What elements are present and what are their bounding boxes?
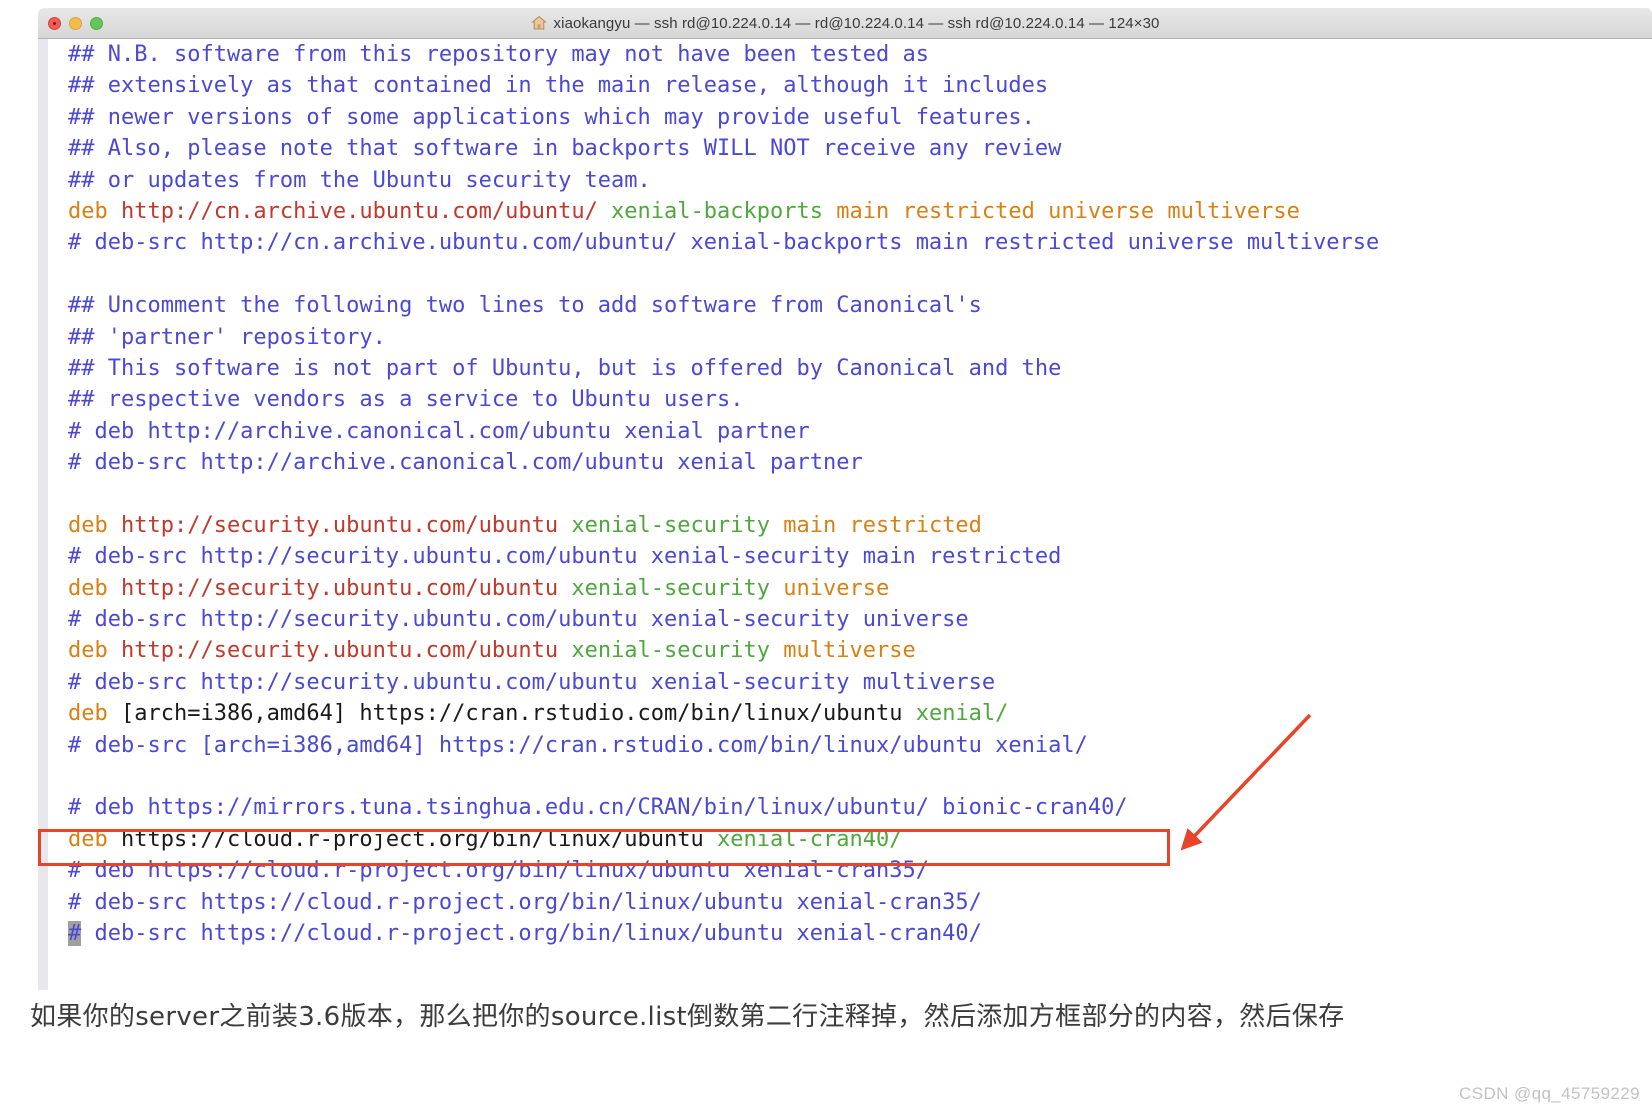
terminal-text-segment: #: [68, 920, 82, 946]
terminal-text-segment: xenial-security: [571, 575, 784, 601]
window-title-text: xiaokangyu — ssh rd@10.224.0.14 — rd@10.…: [553, 14, 1160, 32]
terminal-text-segment: xenial-security: [571, 512, 784, 538]
terminal-text-segment: ## Also, please note that software in ba…: [68, 136, 1062, 162]
terminal-text-segment: # deb-src http://cn.archive.ubuntu.com/u…: [68, 230, 1380, 256]
terminal-text-segment: multiverse: [783, 638, 916, 664]
terminal-text-segment: main restricted universe multiverse: [836, 198, 1300, 224]
terminal-line: ## Uncomment the following two lines to …: [48, 290, 1652, 321]
window-titlebar[interactable]: xiaokangyu — ssh rd@10.224.0.14 — rd@10.…: [38, 8, 1652, 39]
watermark: CSDN @qq_45759229: [1459, 1084, 1640, 1103]
window-title: xiaokangyu — ssh rd@10.224.0.14 — rd@10.…: [530, 14, 1160, 32]
terminal-text-segment: deb: [68, 638, 121, 664]
terminal-line: # deb https://cloud.r-project.org/bin/li…: [48, 855, 1652, 886]
terminal-text-segment: ## extensively as that contained in the …: [68, 73, 1049, 99]
terminal-text-segment: deb: [68, 701, 121, 727]
terminal-text-segment: # deb-src http://security.ubuntu.com/ubu…: [68, 544, 1062, 570]
terminal-text-segment: # deb http://archive.canonical.com/ubunt…: [68, 418, 810, 444]
terminal-line: # deb-src https://cloud.r-project.org/bi…: [48, 918, 1652, 949]
terminal-line: ## or updates from the Ubuntu security t…: [48, 165, 1652, 196]
terminal-line: # deb-src http://cn.archive.ubuntu.com/u…: [48, 227, 1652, 258]
zoom-button[interactable]: [90, 16, 103, 30]
terminal-text-segment: # deb-src https://cloud.r-project.org/bi…: [68, 889, 982, 915]
terminal-line: deb http://cn.archive.ubuntu.com/ubuntu/…: [48, 196, 1652, 227]
terminal-body[interactable]: ## N.B. software from this repository ma…: [38, 39, 1652, 990]
close-button[interactable]: [48, 16, 61, 30]
terminal-line: deb [arch=i386,amd64] https://cran.rstud…: [48, 698, 1652, 729]
terminal-line: ## 'partner' repository.: [48, 322, 1652, 353]
terminal-text-segment: xenial-cran40/: [717, 826, 903, 852]
terminal-line: # deb-src http://security.ubuntu.com/ubu…: [48, 541, 1652, 572]
terminal-text-segment: http://security.ubuntu.com/ubuntu: [120, 638, 572, 664]
terminal-line: deb http://security.ubuntu.com/ubuntu xe…: [48, 573, 1652, 604]
terminal-line: ## newer versions of some applications w…: [48, 102, 1652, 133]
terminal-text-segment: deb-src https://cloud.r-project.org/bin/…: [81, 920, 982, 946]
terminal-text-segment: # deb-src http://archive.canonical.com/u…: [68, 450, 863, 476]
terminal-text-segment: ## newer versions of some applications w…: [68, 104, 1035, 130]
terminal-text-segment: universe: [783, 575, 890, 601]
terminal-line: deb https://cloud.r-project.org/bin/linu…: [48, 824, 1652, 855]
terminal-line: # deb-src http://security.ubuntu.com/ubu…: [48, 604, 1652, 635]
terminal-line: deb http://security.ubuntu.com/ubuntu xe…: [48, 510, 1652, 541]
terminal-line: # deb-src http://archive.canonical.com/u…: [48, 447, 1652, 478]
terminal-text-segment: ## N.B. software from this repository ma…: [68, 42, 929, 67]
terminal-text-segment: # deb-src http://security.ubuntu.com/ubu…: [68, 669, 996, 695]
terminal-left-gutter: [38, 39, 48, 990]
terminal-text-segment: deb: [68, 512, 121, 538]
terminal-text-segment: deb: [68, 826, 121, 852]
terminal-text-segment: http://security.ubuntu.com/ubuntu: [120, 575, 572, 601]
terminal-line: # deb http://archive.canonical.com/ubunt…: [48, 416, 1652, 447]
terminal-line: # deb-src [arch=i386,amd64] https://cran…: [48, 730, 1652, 761]
terminal-text-segment: main restricted: [783, 512, 982, 538]
terminal-text-segment: # deb https://mirrors.tuna.tsinghua.edu.…: [68, 795, 1128, 821]
terminal-line: ## extensively as that contained in the …: [48, 70, 1652, 101]
terminal-text-segment: http://security.ubuntu.com/ubuntu: [120, 512, 572, 538]
terminal-text-segment: [arch=i386,amd64] https://cran.rstudio.c…: [120, 701, 916, 727]
terminal-line: deb http://security.ubuntu.com/ubuntu xe…: [48, 635, 1652, 666]
terminal-text-segment: ## or updates from the Ubuntu security t…: [68, 167, 651, 193]
terminal-line: # deb https://mirrors.tuna.tsinghua.edu.…: [48, 792, 1652, 823]
terminal-text-segment: deb: [68, 575, 121, 601]
terminal-text-segment: ## This software is not part of Ubuntu, …: [68, 355, 1062, 381]
terminal-line: ## N.B. software from this repository ma…: [48, 39, 1652, 70]
terminal-text-segment: deb: [68, 198, 121, 224]
terminal-line: ## This software is not part of Ubuntu, …: [48, 353, 1652, 384]
terminal-text-segment: ## respective vendors as a service to Ub…: [68, 387, 744, 413]
terminal-line: # deb-src https://cloud.r-project.org/bi…: [48, 887, 1652, 918]
caption-text: 如果你的server之前装3.6版本，那么把你的source.list倒数第二行…: [30, 1002, 1345, 1032]
terminal-text-segment: http://cn.archive.ubuntu.com/ubuntu/: [120, 198, 612, 224]
terminal-text-segment: https://cloud.r-project.org/bin/linux/ub…: [120, 826, 718, 852]
terminal-line: ## respective vendors as a service to Ub…: [48, 384, 1652, 415]
terminal-text-segment: # deb-src [arch=i386,amd64] https://cran…: [68, 732, 1088, 758]
minimize-button[interactable]: [69, 16, 82, 30]
terminal-text-area[interactable]: ## N.B. software from this repository ma…: [48, 39, 1652, 949]
screenshot-root: xiaokangyu — ssh rd@10.224.0.14 — rd@10.…: [0, 0, 1652, 1110]
terminal-line: ## Also, please note that software in ba…: [48, 133, 1652, 164]
terminal-text-segment: xenial-security: [571, 638, 784, 664]
home-icon: [530, 15, 547, 31]
terminal-text-segment: xenial/: [915, 701, 1009, 727]
terminal-text-segment: # deb-src http://security.ubuntu.com/ubu…: [68, 607, 969, 633]
terminal-text-segment: xenial-backports: [611, 198, 837, 224]
terminal-text-segment: # deb https://cloud.r-project.org/bin/li…: [68, 858, 929, 884]
window-controls: [48, 8, 103, 38]
terminal-line: # deb-src http://security.ubuntu.com/ubu…: [48, 667, 1652, 698]
terminal-text-segment: ## 'partner' repository.: [68, 324, 386, 350]
terminal-window: xiaokangyu — ssh rd@10.224.0.14 — rd@10.…: [38, 8, 1652, 990]
terminal-text-segment: ## Uncomment the following two lines to …: [68, 293, 982, 319]
